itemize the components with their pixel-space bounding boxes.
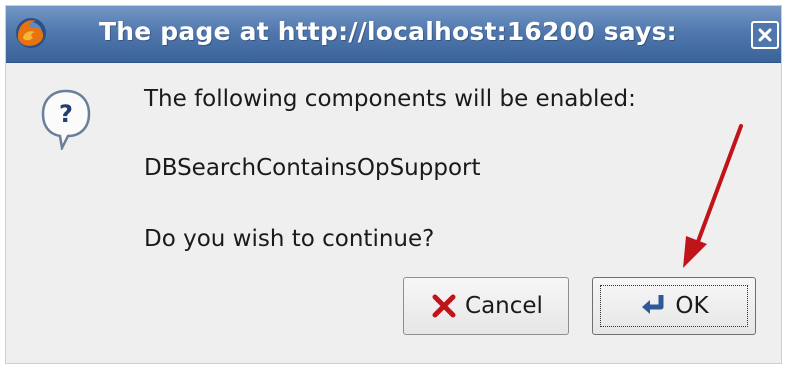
svg-text:?: ? bbox=[59, 100, 73, 128]
dialog-title: The page at http://localhost:16200 says: bbox=[99, 17, 677, 46]
message-line-3: Do you wish to continue? bbox=[144, 226, 435, 252]
focus-ring bbox=[600, 285, 748, 327]
close-button[interactable] bbox=[751, 21, 779, 49]
title-bar[interactable]: The page at http://localhost:16200 says: bbox=[6, 6, 781, 63]
ok-button[interactable]: OK bbox=[592, 277, 756, 335]
cancel-x-icon bbox=[432, 294, 456, 318]
message-component-name: DBSearchContainsOpSupport bbox=[144, 155, 481, 181]
enter-arrow-icon bbox=[642, 295, 664, 314]
cancel-button[interactable]: Cancel bbox=[403, 277, 569, 335]
cancel-button-label: Cancel bbox=[465, 293, 543, 319]
close-icon bbox=[758, 28, 772, 42]
message-line-1: The following components will be enabled… bbox=[144, 86, 636, 112]
alert-dialog: The page at http://localhost:16200 says:… bbox=[6, 6, 781, 363]
firefox-icon bbox=[16, 18, 46, 48]
ok-button-label: OK bbox=[675, 293, 709, 319]
question-icon: ? bbox=[41, 89, 91, 150]
